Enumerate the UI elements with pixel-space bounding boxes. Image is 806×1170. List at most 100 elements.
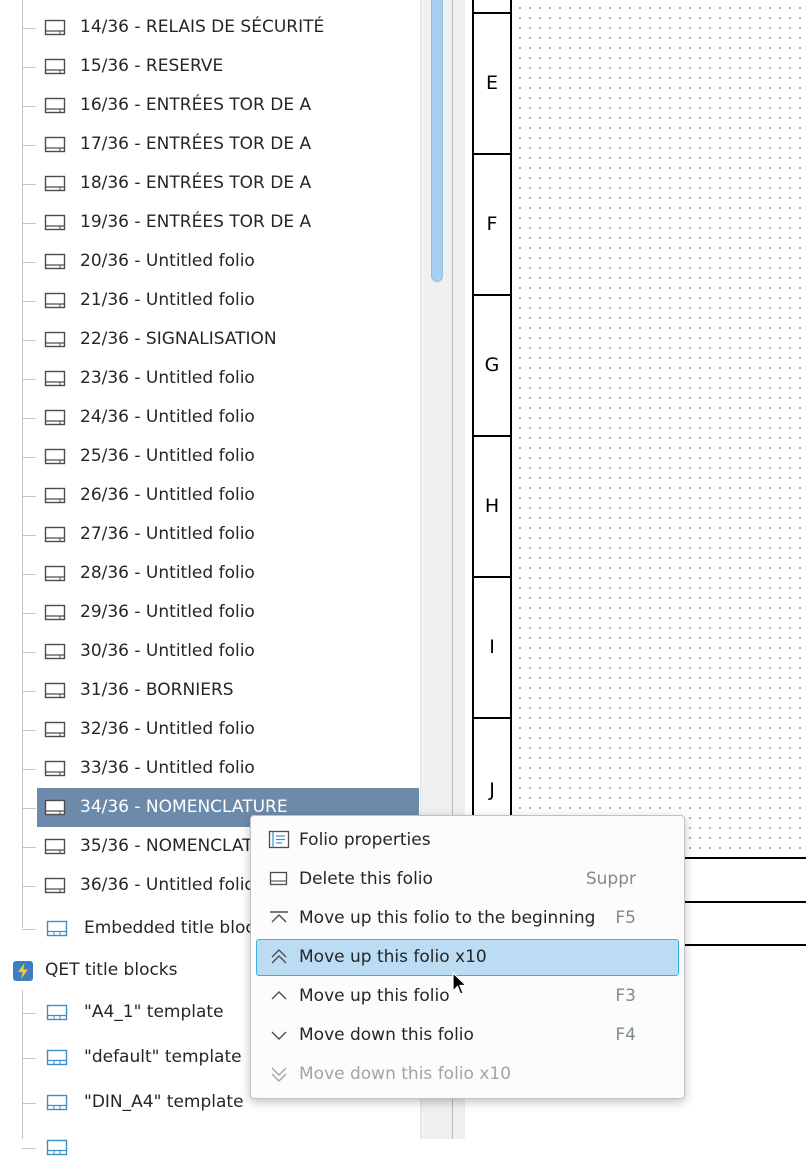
tree-item-folio[interactable]: 21/36 - Untitled folio	[0, 281, 420, 320]
double-chevron-down-icon	[268, 1064, 290, 1084]
tree-item-folio[interactable]: 18/36 - ENTRÉES TOR DE A	[0, 164, 420, 203]
tree-branch-line	[22, 339, 36, 341]
tree-branch-line	[22, 222, 36, 224]
tree-item-label: "default" template	[84, 1047, 242, 1067]
tree-branch-line	[22, 573, 36, 575]
folio-icon	[44, 331, 66, 349]
tree-item-label: 23/36 - Untitled folio	[80, 368, 255, 388]
tree-item-folio[interactable]: 25/36 - Untitled folio	[0, 437, 420, 476]
sheet-row-cell	[474, 0, 510, 14]
sheet-row-label: G	[484, 354, 500, 376]
folio-icon	[44, 97, 66, 115]
folio-properties-icon	[268, 830, 290, 850]
folio-icon	[44, 487, 66, 505]
tree-item-folio[interactable]: 27/36 - Untitled folio	[0, 515, 420, 554]
menu-item-shortcut: F5	[615, 908, 636, 928]
menu-item-move-down-this-folio[interactable]: Move down this folio F4	[251, 1016, 684, 1055]
menu-item-move-down-this-folio-x10[interactable]: Move down this folio x10	[251, 1055, 684, 1094]
tree-item-label: 28/36 - Untitled folio	[80, 563, 255, 583]
tree-item-folio[interactable]: 28/36 - Untitled folio	[0, 554, 420, 593]
tree-item-folio[interactable]: 26/36 - Untitled folio	[0, 476, 420, 515]
folio-icon	[44, 175, 66, 193]
tree-branch-line	[22, 1102, 36, 1104]
tree-item-label: 22/36 - SIGNALISATION	[80, 329, 277, 349]
tree-branch-line	[22, 651, 36, 653]
tree-item-label: 16/36 - ENTRÉES TOR DE A	[80, 95, 312, 115]
mouse-cursor-icon	[452, 972, 468, 995]
sheet-row-label: H	[484, 495, 500, 517]
diagram-sheet[interactable]	[509, 0, 806, 858]
tree-item-label: 14/36 - RELAIS DE SÉCURITÉ	[80, 17, 325, 37]
tree-branch-line	[22, 928, 36, 930]
tree-item-label: 27/36 - Untitled folio	[80, 524, 255, 544]
tree-item-folio[interactable]: 16/36 - ENTRÉES TOR DE A	[0, 86, 420, 125]
folio-icon	[44, 682, 66, 700]
tree-branch-line	[22, 534, 36, 536]
menu-item-move-up-this-folio-to-the-beginning[interactable]: Move up this folio to the beginning F5	[251, 899, 684, 938]
sheet-row-label: F	[486, 213, 498, 235]
folio-context-menu[interactable]: Folio properties Delete this folio Suppr Mo…	[250, 815, 685, 1099]
tree-item-label: 32/36 - Untitled folio	[80, 719, 255, 739]
tree-item-folio[interactable]: 33/36 - Untitled folio	[0, 749, 420, 788]
menu-item-shortcut: Suppr	[585, 869, 636, 889]
menu-item-shortcut: F3	[615, 986, 636, 1006]
tree-branch-line	[22, 105, 36, 107]
folio-icon	[44, 877, 66, 895]
folio-icon	[44, 448, 66, 466]
menu-item-folio-properties[interactable]: Folio properties	[251, 821, 684, 860]
tree-item-folio[interactable]: 23/36 - Untitled folio	[0, 359, 420, 398]
sheet-row-cell: H	[474, 437, 510, 578]
menu-item-label: Folio properties	[299, 830, 431, 850]
tree-branch-line	[22, 690, 36, 692]
tree-item-label: 25/36 - Untitled folio	[80, 446, 255, 466]
tree-item-label: 24/36 - Untitled folio	[80, 407, 255, 427]
tree-item-label: 33/36 - Untitled folio	[80, 758, 255, 778]
folio-icon	[44, 58, 66, 76]
sheet-row-label: I	[489, 636, 495, 658]
tree-item-folio[interactable]: 20/36 - Untitled folio	[0, 242, 420, 281]
folio-icon	[44, 214, 66, 232]
tree-item-folio[interactable]: 15/36 - RESERVE	[0, 47, 420, 86]
tree-branch-line	[22, 729, 36, 731]
tree-item-template[interactable]	[0, 1125, 420, 1170]
sheet-row-cell: E	[474, 14, 510, 155]
tree-item-label: 19/36 - ENTRÉES TOR DE A	[80, 212, 312, 232]
tree-branch-line	[22, 261, 36, 263]
tree-branch-line	[22, 768, 36, 770]
folio-icon	[44, 409, 66, 427]
tree-item-folio[interactable]: 14/36 - RELAIS DE SÉCURITÉ	[0, 8, 420, 47]
menu-item-shortcut: F4	[615, 1025, 636, 1045]
folio-icon	[44, 760, 66, 778]
tree-item-label: 17/36 - ENTRÉES TOR DE A	[80, 134, 312, 154]
tree-item-folio[interactable]: 32/36 - Untitled folio	[0, 710, 420, 749]
tree-branch-line	[22, 1147, 36, 1149]
tree-item-folio[interactable]: 24/36 - Untitled folio	[0, 398, 420, 437]
tree-item-label: "DIN_A4" template	[84, 1092, 244, 1112]
folio-icon	[44, 565, 66, 583]
tree-branch-line	[22, 846, 36, 848]
tree-item-folio[interactable]: 30/36 - Untitled folio	[0, 632, 420, 671]
tree-item-folio[interactable]: 31/36 - BORNIERS	[0, 671, 420, 710]
qet-logo-icon	[12, 960, 34, 982]
tree-item-folio[interactable]: 22/36 - SIGNALISATION	[0, 320, 420, 359]
tree-branch-line	[22, 885, 36, 887]
title-block-icon	[46, 1094, 68, 1112]
tree-item-label: 20/36 - Untitled folio	[80, 251, 255, 271]
menu-item-delete-this-folio[interactable]: Delete this folio Suppr	[251, 860, 684, 899]
menu-item-label: Move up this folio	[299, 986, 450, 1006]
tree-branch-line	[22, 144, 36, 146]
title-block-icon	[46, 920, 68, 938]
folio-icon	[44, 643, 66, 661]
tree-item-folio[interactable]: 19/36 - ENTRÉES TOR DE A	[0, 203, 420, 242]
sheet-row-cell: G	[474, 296, 510, 437]
scrollbar-thumb[interactable]	[431, 0, 443, 282]
tree-item-label: Embedded title blocks	[84, 918, 274, 938]
tree-branch-line	[22, 378, 36, 380]
sheet-row-label: E	[485, 72, 498, 94]
menu-item-label: Move up this folio to the beginning	[299, 908, 596, 928]
tree-branch-line	[22, 495, 36, 497]
tree-item-folio[interactable]: 17/36 - ENTRÉES TOR DE A	[0, 125, 420, 164]
tree-item-label: QET title blocks	[45, 960, 178, 980]
tree-item-folio[interactable]: 29/36 - Untitled folio	[0, 593, 420, 632]
sheet-row-cell: I	[474, 578, 510, 719]
